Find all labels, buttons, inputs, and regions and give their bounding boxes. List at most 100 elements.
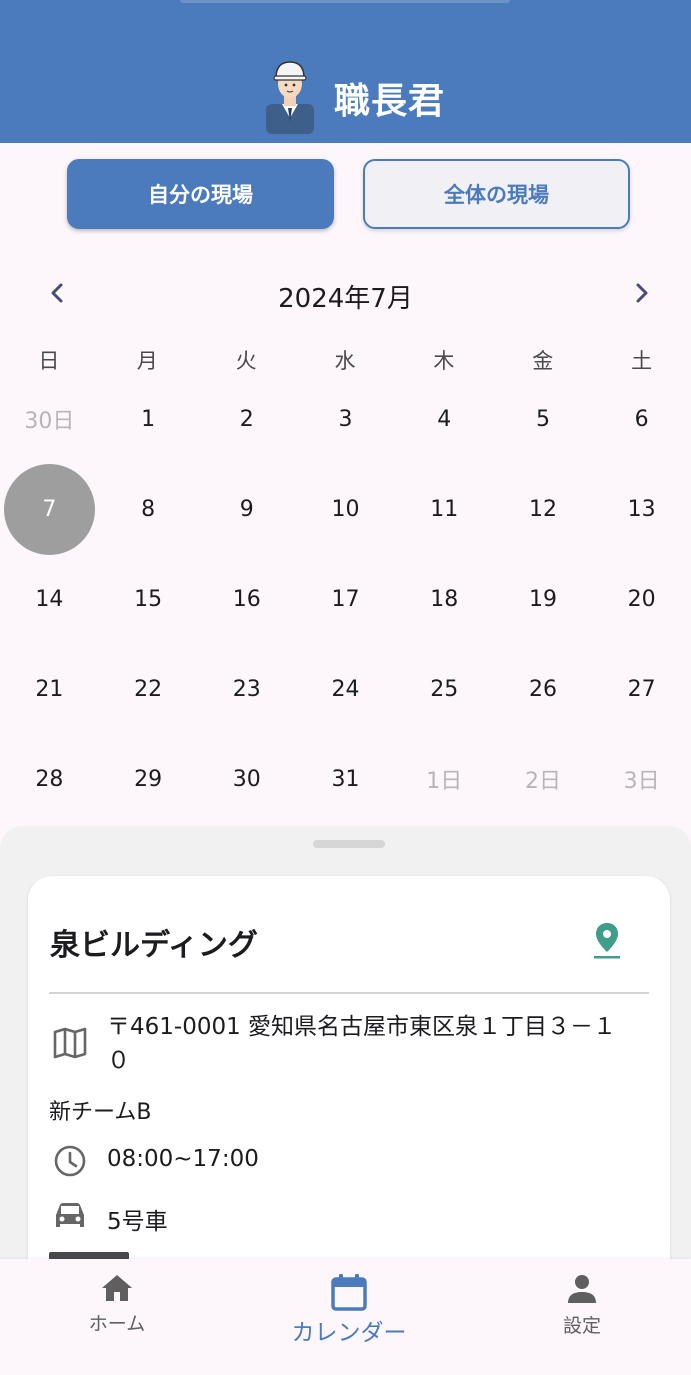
person-icon	[568, 1275, 596, 1303]
calendar-day-number: 18	[430, 586, 459, 612]
calendar-day[interactable]: 15	[99, 554, 198, 644]
calendar-day[interactable]: 24	[296, 644, 395, 734]
calendar-day[interactable]: 22	[99, 644, 198, 734]
calendar-grid: 30日 1 2 3 4 5 6 7 8 9 10 11 12 13 14 15 16 17 18 19 20 21 22 23…	[0, 374, 691, 824]
calendar-day-number: 27	[627, 676, 656, 702]
calendar-day[interactable]: 30	[197, 734, 296, 824]
bottom-navigation: ホーム カレンダー 設定	[0, 1259, 691, 1375]
calendar-day-number: 11	[430, 496, 459, 522]
month-label: 2024年7月	[278, 284, 413, 314]
calendar-day[interactable]: 19	[494, 554, 593, 644]
calendar-day[interactable]: 20	[592, 554, 691, 644]
calendar-day-number: 15	[134, 586, 163, 612]
calendar-day[interactable]: 3日	[592, 734, 691, 824]
calendar-day[interactable]: 14	[0, 554, 99, 644]
calendar-day-selected[interactable]: 7	[0, 464, 99, 555]
calendar-day[interactable]: 4	[395, 374, 494, 464]
app-header: 職長君	[0, 0, 691, 143]
calendar-day-number: 1	[141, 406, 156, 432]
calendar-day-number: 29	[134, 766, 163, 792]
calendar-day-number: 10	[331, 496, 360, 522]
nav-home-label: ホーム	[88, 1313, 146, 1335]
calendar-day-number: 9	[239, 496, 254, 522]
calendar-day[interactable]: 13	[592, 464, 691, 554]
calendar-day-number: 17	[331, 586, 360, 612]
calendar-icon	[331, 1274, 367, 1311]
work-hours: 08:00~17:00	[107, 1146, 259, 1172]
calendar-day-number: 4	[437, 406, 452, 432]
calendar-day[interactable]: 2	[197, 374, 296, 464]
calendar-week-row: 14 15 16 17 18 19 20	[0, 554, 691, 644]
calendar-day[interactable]: 25	[395, 644, 494, 734]
calendar-day-number: 30	[232, 766, 261, 792]
calendar-day-number: 1日	[426, 769, 463, 794]
calendar-day-number: 21	[35, 676, 64, 702]
calendar-day-number: 12	[528, 496, 557, 522]
calendar-day-number: 14	[35, 586, 64, 612]
calendar-day-number: 24	[331, 676, 360, 702]
calendar-day[interactable]: 5	[494, 374, 593, 464]
nav-settings-label: 設定	[562, 1315, 601, 1337]
map-icon	[50, 1023, 90, 1063]
calendar-day[interactable]: 31	[296, 734, 395, 824]
calendar-day[interactable]: 17	[296, 554, 395, 644]
calendar-day[interactable]: 16	[197, 554, 296, 644]
calendar-day-number: 2日	[524, 769, 561, 794]
chevron-right-icon[interactable]	[627, 278, 657, 308]
calendar-day-number: 3日	[623, 769, 660, 794]
nav-calendar[interactable]: カレンダー	[279, 1273, 419, 1347]
calendar-day[interactable]: 11	[395, 464, 494, 554]
site-name: 泉ビルディング	[50, 928, 258, 963]
site-card[interactable]: 泉ビルディング 〒461-0001 愛知県名古屋市東区泉１丁目３－１０ 新チーム…	[28, 876, 670, 1296]
calendar-day[interactable]: 28	[0, 734, 99, 824]
car-icon	[50, 1196, 90, 1236]
calendar-day-number: 5	[535, 406, 550, 432]
site-address: 〒461-0001 愛知県名古屋市東区泉１丁目３－１０	[107, 1014, 617, 1074]
calendar-day[interactable]: 10	[296, 464, 395, 554]
calendar-day[interactable]: 3	[296, 374, 395, 464]
calendar-day[interactable]: 8	[99, 464, 198, 554]
calendar-day[interactable]: 29	[99, 734, 198, 824]
nav-settings[interactable]: 設定	[547, 1273, 617, 1338]
calendar-week-row: 30日 1 2 3 4 5 6	[0, 374, 691, 464]
calendar-day-number: 23	[232, 676, 261, 702]
calendar-day[interactable]: 12	[494, 464, 593, 554]
calendar-day-number: 31	[331, 766, 360, 792]
calendar-day[interactable]: 2日	[494, 734, 593, 824]
calendar-day-number: 13	[627, 496, 656, 522]
calendar-day[interactable]: 21	[0, 644, 99, 734]
calendar-day-number: 7	[42, 496, 57, 522]
location-pin-icon[interactable]	[592, 920, 622, 960]
calendar-day-number: 30日	[24, 409, 75, 434]
calendar-day[interactable]: 30日	[0, 374, 99, 464]
clock-icon	[50, 1141, 90, 1181]
calendar-week-row: 7 8 9 10 11 12 13	[0, 464, 691, 555]
calendar-day-number: 22	[134, 676, 163, 702]
home-icon	[102, 1275, 132, 1301]
calendar-day[interactable]: 6	[592, 374, 691, 464]
calendar-day-number: 25	[430, 676, 459, 702]
nav-calendar-label: カレンダー	[291, 1320, 407, 1346]
calendar-day-number: 20	[627, 586, 656, 612]
calendar-day[interactable]: 27	[592, 644, 691, 734]
calendar-day-number: 6	[634, 406, 649, 432]
calendar-day-number: 28	[35, 766, 64, 792]
status-notch	[180, 0, 510, 3]
my-sites-tab[interactable]: 自分の現場	[67, 159, 334, 229]
team-name: 新チームB	[49, 1100, 152, 1125]
calendar-day[interactable]: 18	[395, 554, 494, 644]
calendar-day[interactable]: 1	[99, 374, 198, 464]
calendar-week-row: 28 29 30 31 1日 2日 3日	[0, 734, 691, 824]
calendar-day-number: 2	[239, 406, 254, 432]
calendar-day[interactable]: 26	[494, 644, 593, 734]
card-divider	[49, 992, 649, 994]
calendar-day[interactable]: 1日	[395, 734, 494, 824]
sheet-drag-handle[interactable]	[313, 840, 385, 848]
calendar-day-number: 8	[141, 496, 156, 522]
calendar-day-number: 26	[528, 676, 557, 702]
calendar-day[interactable]: 9	[197, 464, 296, 554]
calendar-day-number: 3	[338, 406, 353, 432]
nav-home[interactable]: ホーム	[74, 1273, 160, 1336]
all-sites-tab[interactable]: 全体の現場	[363, 159, 630, 229]
calendar-day[interactable]: 23	[197, 644, 296, 734]
